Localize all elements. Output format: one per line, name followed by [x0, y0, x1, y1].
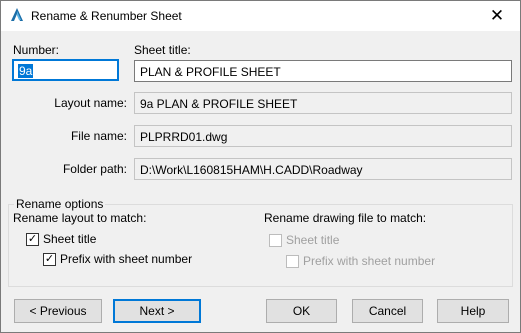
checkbox-unchecked-icon: [269, 233, 282, 247]
rename-layout-heading: Rename layout to match:: [13, 211, 147, 225]
layout-prefix-label: Prefix with sheet number: [60, 252, 193, 266]
number-label: Number:: [13, 43, 60, 57]
rename-renumber-dialog: Rename & Renumber Sheet ✕ Number: 9a She…: [0, 0, 521, 333]
number-value: 9a: [18, 64, 34, 78]
help-button[interactable]: Help: [437, 299, 509, 323]
file-name-field: PLPRRD01.dwg: [134, 125, 512, 147]
ok-button[interactable]: OK: [266, 299, 337, 323]
close-icon[interactable]: ✕: [474, 1, 520, 31]
layout-name-value: 9a PLAN & PROFILE SHEET: [140, 97, 298, 111]
layout-sheet-title-checkbox[interactable]: ✓ Sheet title: [26, 232, 96, 246]
checkbox-checked-icon: ✓: [26, 232, 39, 246]
rename-drawing-heading: Rename drawing file to match:: [264, 211, 427, 225]
rename-options-title: Rename options: [14, 197, 106, 211]
layout-prefix-checkbox[interactable]: ✓ Prefix with sheet number: [43, 252, 192, 266]
layout-sheet-title-label: Sheet title: [43, 232, 97, 246]
layout-name-label: Layout name:: [54, 96, 127, 110]
previous-button[interactable]: < Previous: [14, 299, 102, 323]
sheet-title-input[interactable]: PLAN & PROFILE SHEET: [134, 60, 512, 82]
layout-name-field: 9a PLAN & PROFILE SHEET: [134, 92, 512, 114]
dialog-title: Rename & Renumber Sheet: [31, 9, 182, 23]
title-bar: Rename & Renumber Sheet ✕: [1, 1, 520, 31]
sheet-title-label: Sheet title:: [134, 43, 191, 57]
folder-path-value: D:\Work\L160815HAM\H.CADD\Roadway: [140, 163, 363, 177]
checkbox-unchecked-icon: [286, 254, 299, 268]
drawing-sheet-title-label: Sheet title: [286, 233, 340, 247]
file-name-value: PLPRRD01.dwg: [140, 130, 228, 144]
next-button[interactable]: Next >: [113, 299, 201, 323]
autocad-a-icon: [11, 8, 23, 21]
drawing-sheet-title-checkbox[interactable]: Sheet title: [269, 233, 339, 247]
file-name-label: File name:: [70, 129, 127, 143]
sheet-title-value: PLAN & PROFILE SHEET: [140, 65, 281, 79]
drawing-prefix-label: Prefix with sheet number: [303, 254, 436, 268]
drawing-prefix-checkbox[interactable]: Prefix with sheet number: [286, 254, 435, 268]
number-input[interactable]: 9a: [12, 59, 119, 81]
cancel-button[interactable]: Cancel: [352, 299, 423, 323]
folder-path-label: Folder path:: [62, 162, 127, 176]
folder-path-field: D:\Work\L160815HAM\H.CADD\Roadway: [134, 158, 512, 180]
checkbox-checked-icon: ✓: [43, 252, 56, 266]
